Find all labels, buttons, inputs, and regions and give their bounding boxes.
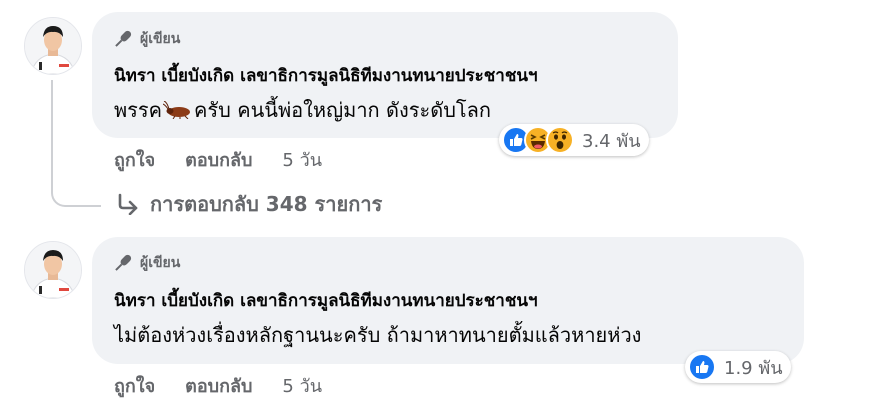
profile-photo (25, 242, 81, 298)
reply-arrow-icon (118, 193, 138, 215)
microphone-icon (115, 30, 132, 47)
comment-bubble: ผู้เขียน นิทรา เบี้ยบังเกิด เลขาธิการมูล… (92, 12, 678, 138)
avatar[interactable] (24, 17, 82, 75)
author-name[interactable]: นิทรา เบี้ยบังเกิด เลขาธิการมูลนิธิทีมงา… (114, 287, 538, 314)
cockroach-emoji (163, 101, 191, 119)
reaction-count: 3.4 พัน (582, 130, 641, 152)
comment-bubble: ผู้เขียน นิทรา เบี้ยบังเกิด เลขาธิการมูล… (92, 237, 804, 364)
author-name[interactable]: นิทรา เบี้ยบังเกิด เลขาธิการมูลนิธิทีมงา… (114, 62, 538, 89)
like-link[interactable]: ถูกใจ (114, 145, 155, 174)
timestamp[interactable]: 5 วัน (282, 145, 322, 174)
reaction-count: 1.9 พัน (724, 357, 783, 379)
avatar[interactable] (24, 241, 82, 299)
author-badge-label: ผู้เขียน (140, 255, 181, 271)
comment-actions: ถูกใจ ตอบกลับ 5 วัน (114, 145, 322, 174)
reply-link[interactable]: ตอบกลับ (185, 371, 252, 400)
like-reaction-icon (688, 353, 716, 381)
comment-text-after: ครับ คนนี้พ่อใหญ่มาก ดังระดับโลก (194, 98, 492, 122)
timestamp[interactable]: 5 วัน (282, 371, 322, 400)
like-link[interactable]: ถูกใจ (114, 371, 155, 400)
profile-photo (25, 18, 81, 74)
comment-actions: ถูกใจ ตอบกลับ 5 วัน (114, 371, 322, 400)
comment-text-before: พรรค (114, 98, 163, 122)
author-badge-label: ผู้เขียน (140, 31, 181, 47)
microphone-icon (115, 254, 132, 271)
view-replies-label: การตอบกลับ 348 รายการ (150, 192, 383, 216)
wow-reaction-icon (546, 126, 574, 154)
reaction-summary[interactable]: 1.9 พัน (685, 351, 791, 383)
reaction-summary[interactable]: 3.4 พัน (499, 124, 649, 156)
reply-link[interactable]: ตอบกลับ (185, 145, 252, 174)
comment-text: พรรค ครับ คนนี้พ่อใหญ่มาก ดังระดับโลก (114, 94, 491, 126)
author-badge: ผู้เขียน (112, 252, 180, 274)
view-replies-link[interactable]: การตอบกลับ 348 รายการ (116, 188, 382, 220)
comment-text: ไม่ต้องห่วงเรื่องหลักฐานนะครับ ถ้ามาหาทน… (114, 323, 642, 347)
author-badge: ผู้เขียน (112, 28, 180, 50)
